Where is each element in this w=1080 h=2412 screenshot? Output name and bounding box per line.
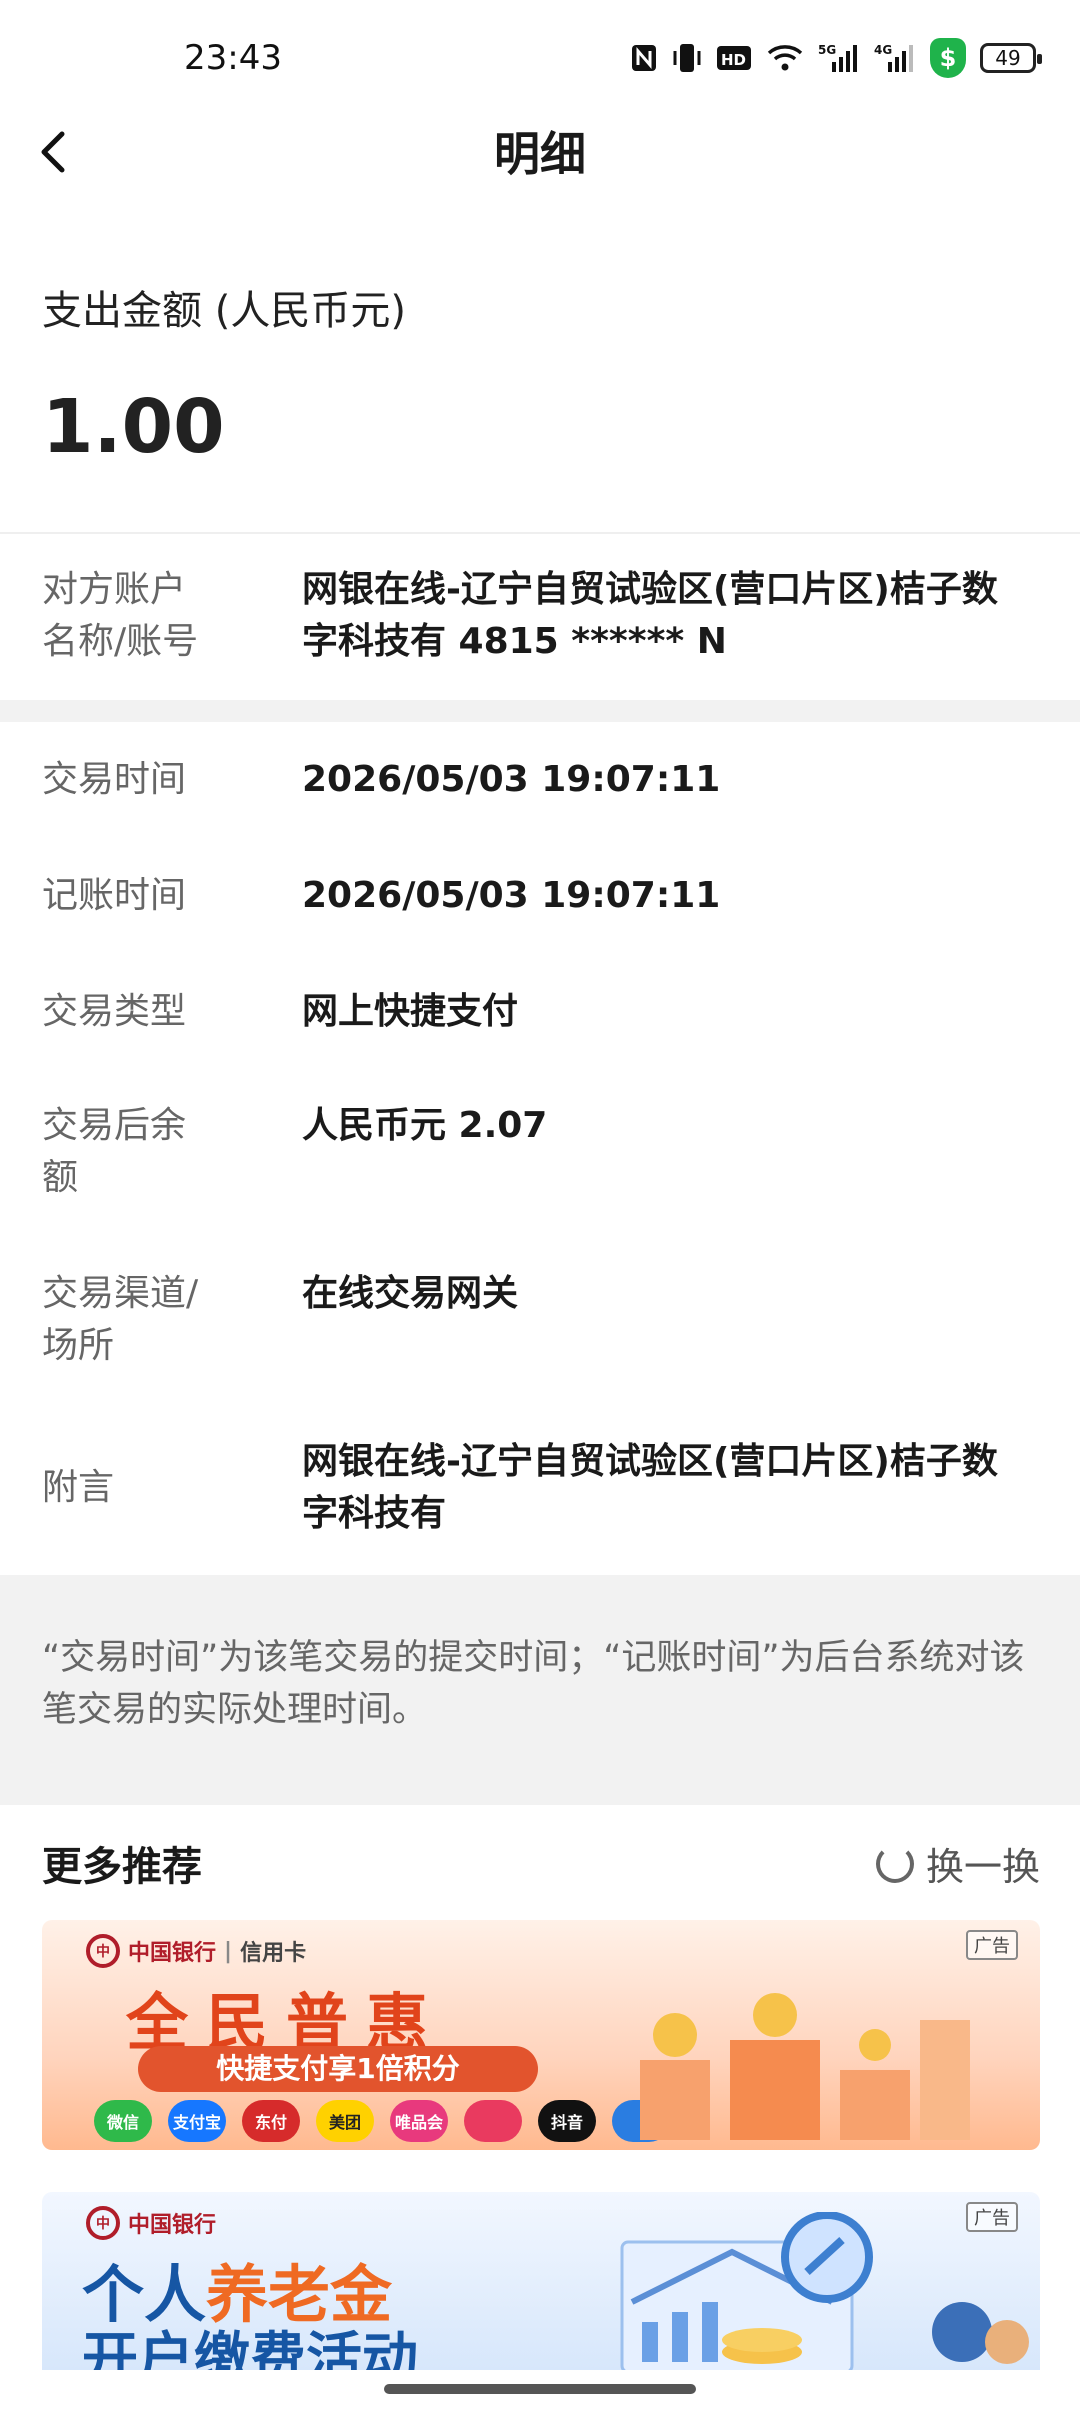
bank-logo-text: 中国银行 (128, 1941, 217, 1966)
wifi-icon (766, 38, 804, 78)
time-explanation-note: “交易时间”为该笔交易的提交时间；“记账时间”为后台系统对该笔交易的实际处理时间… (42, 1638, 1025, 1730)
divider (0, 532, 1080, 534)
svg-text:5G: 5G (818, 43, 836, 57)
battery-icon: 49 (980, 43, 1042, 73)
bank-logo-icon: 中 (86, 2206, 120, 2240)
home-indicator[interactable] (384, 2384, 696, 2394)
wechat-icon: 微信 (94, 2100, 152, 2142)
section-gap (0, 700, 1080, 722)
4g-signal-icon: 4G (874, 38, 916, 78)
refresh-label: 换一换 (925, 1845, 1040, 1889)
promo-banner-credit-card[interactable]: 中 中国银行 | 信用卡 广告 全民普惠 快捷支付享1倍积分 微信 支付宝 东付… (42, 1920, 1040, 2150)
bank-logo-text: 中国银行 (128, 2213, 217, 2238)
counterparty-value: 网银在线-辽宁自贸试验区(营口片区)桔子数字科技有 4815 ****** N (302, 569, 998, 662)
hd-icon: HD (716, 38, 752, 78)
app-icon (464, 2100, 522, 2142)
bank-logo: 中 中国银行 | 信用卡 (86, 1934, 306, 1968)
detail-value-channel: 在线交易网关 (302, 1273, 519, 1314)
detail-value-transaction-time: 2026/05/03 19:07:11 (302, 759, 721, 800)
status-time: 23:43 (184, 38, 282, 78)
security-shield-icon: $ (930, 38, 966, 78)
detail-label-transaction-type: 交易类型 (42, 991, 187, 1032)
amount-label: 支出金额 (人民币元) (42, 288, 406, 334)
svg-text:HD: HD (721, 51, 746, 69)
vibrate-icon (672, 38, 702, 78)
recommend-title: 更多推荐 (42, 1844, 202, 1890)
jd-pay-icon: 东付 (242, 2100, 300, 2142)
banner-subheadline: 开户缴费活动 (82, 2327, 418, 2370)
bank-logo: 中 中国银行 (86, 2206, 216, 2240)
detail-label-balance: 交易后余额 (42, 1105, 187, 1198)
payment-app-icons: 微信 支付宝 东付 美团 唯品会 抖音 (94, 2100, 670, 2142)
detail-label-transaction-time: 交易时间 (42, 759, 187, 800)
douyin-icon: 抖音 (538, 2100, 596, 2142)
alipay-icon: 支付宝 (168, 2100, 226, 2142)
refresh-button[interactable]: 换一换 (875, 1836, 1040, 1891)
detail-value-posting-time: 2026/05/03 19:07:11 (302, 875, 721, 916)
status-bar: 23:43 HD 5G 4G $ 49 (0, 0, 1080, 120)
pension-illustration (620, 2212, 1029, 2370)
ad-tag: 广告 (966, 1930, 1018, 1960)
page-title: 明细 (494, 127, 586, 181)
svg-text:4G: 4G (874, 43, 892, 57)
detail-value-transaction-type: 网上快捷支付 (302, 991, 519, 1032)
refresh-icon (875, 1844, 914, 1883)
vip-icon: 唯品会 (390, 2100, 448, 2142)
promo-banner-pension[interactable]: 中 中国银行 广告 个人养老金 开户缴费活动 (42, 2192, 1040, 2370)
detail-value-balance: 人民币元 2.07 (302, 1105, 548, 1146)
banner-pill: 快捷支付享1倍积分 (138, 2046, 538, 2092)
battery-level: 49 (995, 46, 1021, 70)
amount-value: 1.00 (42, 384, 225, 470)
meituan-icon: 美团 (316, 2100, 374, 2142)
5g-signal-icon: 5G (818, 38, 860, 78)
detail-label-remark: 附言 (42, 1467, 115, 1508)
bank-logo-icon: 中 (86, 1934, 120, 1968)
nfc-icon (630, 38, 658, 78)
detail-label-posting-time: 记账时间 (42, 875, 187, 916)
detail-label-channel: 交易渠道/场所 (42, 1273, 199, 1366)
counterparty-label: 对方账户 名称/账号 (42, 569, 199, 662)
coins-illustration (640, 1993, 970, 2140)
status-icons: HD 5G 4G $ 49 (630, 36, 1042, 80)
detail-value-remark: 网银在线-辽宁自贸试验区(营口片区)桔子数字科技有 (302, 1441, 998, 1534)
banner-sub: 信用卡 (240, 1941, 307, 1966)
